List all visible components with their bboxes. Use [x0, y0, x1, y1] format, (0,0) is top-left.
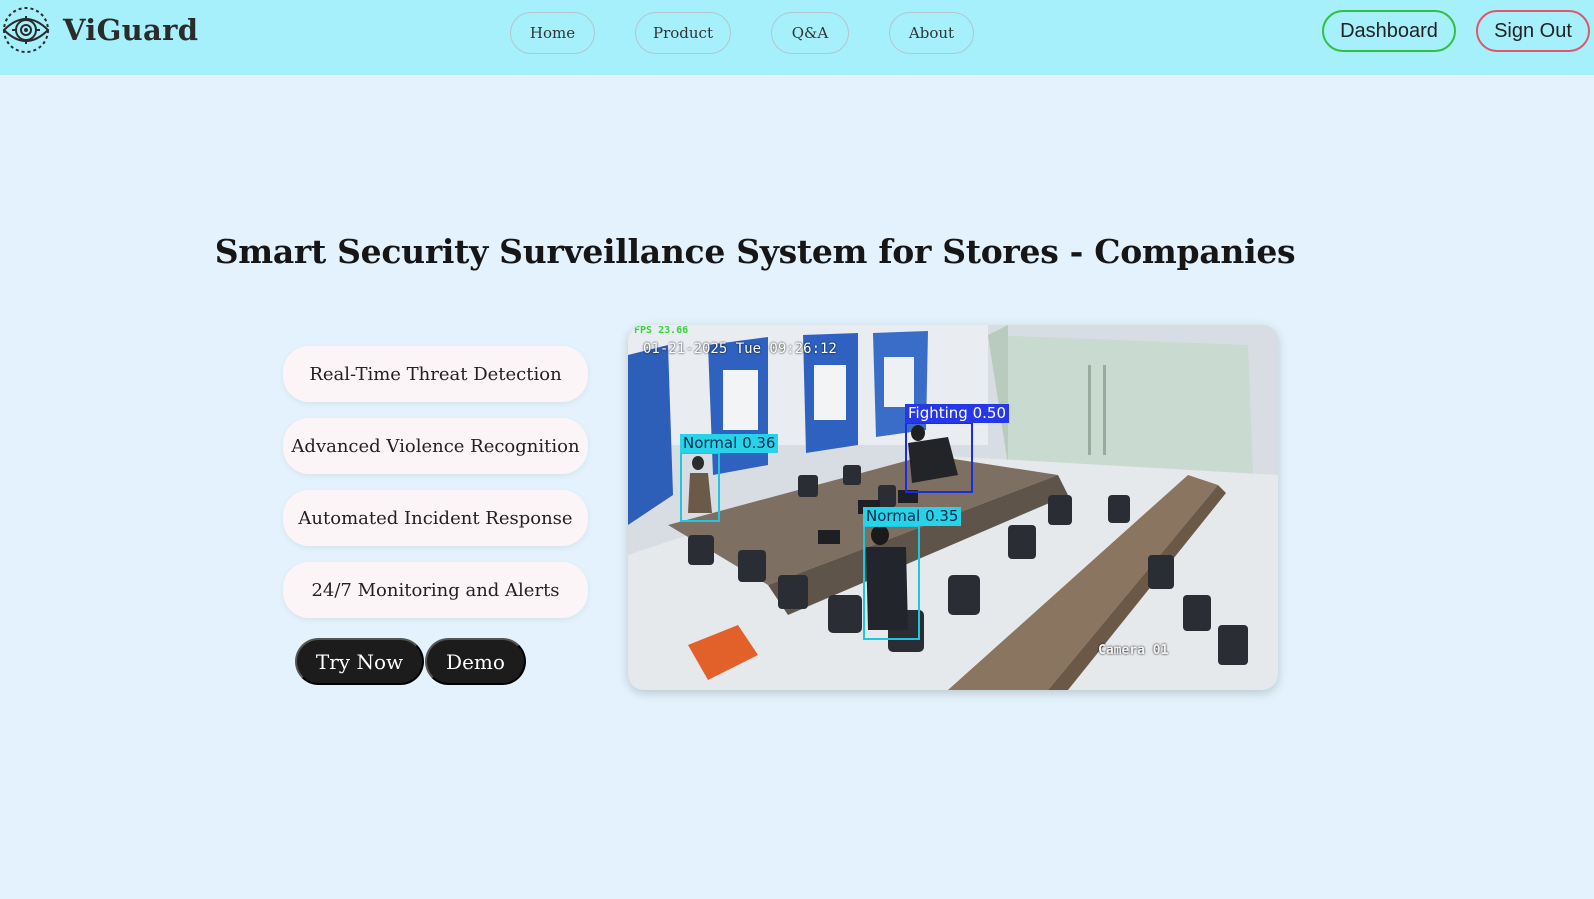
detection-box-fighting: Fighting 0.50: [905, 404, 1009, 493]
dashboard-button[interactable]: Dashboard: [1322, 10, 1456, 52]
detection-tag: Normal 0.36: [680, 434, 779, 453]
nav-home-link[interactable]: Home: [510, 12, 595, 54]
feature-list: Real-Time Threat Detection Advanced Viol…: [283, 346, 588, 634]
feature-pill: Real-Time Threat Detection: [283, 346, 588, 402]
detection-tag: Normal 0.35: [863, 507, 962, 526]
camera-timestamp: 01-21-2025 Tue 09:26:12: [643, 341, 837, 357]
cta-row: Try Now Demo: [295, 638, 526, 685]
hero-title: Smart Security Surveillance System for S…: [214, 232, 1296, 271]
surveillance-preview: FPS 23.66 01-21-2025 Tue 09:26:12 Camera…: [628, 325, 1278, 690]
nav-about-link[interactable]: About: [889, 12, 974, 54]
nav-qa-link[interactable]: Q&A: [771, 12, 849, 54]
feature-pill: Advanced Violence Recognition: [283, 418, 588, 474]
nav-product-link[interactable]: Product: [635, 12, 731, 54]
detection-tag: Fighting 0.50: [905, 404, 1009, 423]
try-now-button[interactable]: Try Now: [295, 638, 424, 685]
top-navbar: ViGuard Home Product Q&A About Dashboard…: [0, 0, 1594, 75]
demo-button[interactable]: Demo: [425, 638, 526, 685]
detection-box-normal: Normal 0.36: [680, 434, 779, 522]
fps-readout: FPS 23.66: [634, 325, 689, 336]
sign-out-button[interactable]: Sign Out: [1476, 10, 1590, 52]
feature-pill: 24/7 Monitoring and Alerts: [283, 562, 588, 618]
camera-label: Camera 01: [1098, 643, 1169, 658]
feature-pill: Automated Incident Response: [283, 490, 588, 546]
detection-box-normal: Normal 0.35: [863, 507, 962, 640]
